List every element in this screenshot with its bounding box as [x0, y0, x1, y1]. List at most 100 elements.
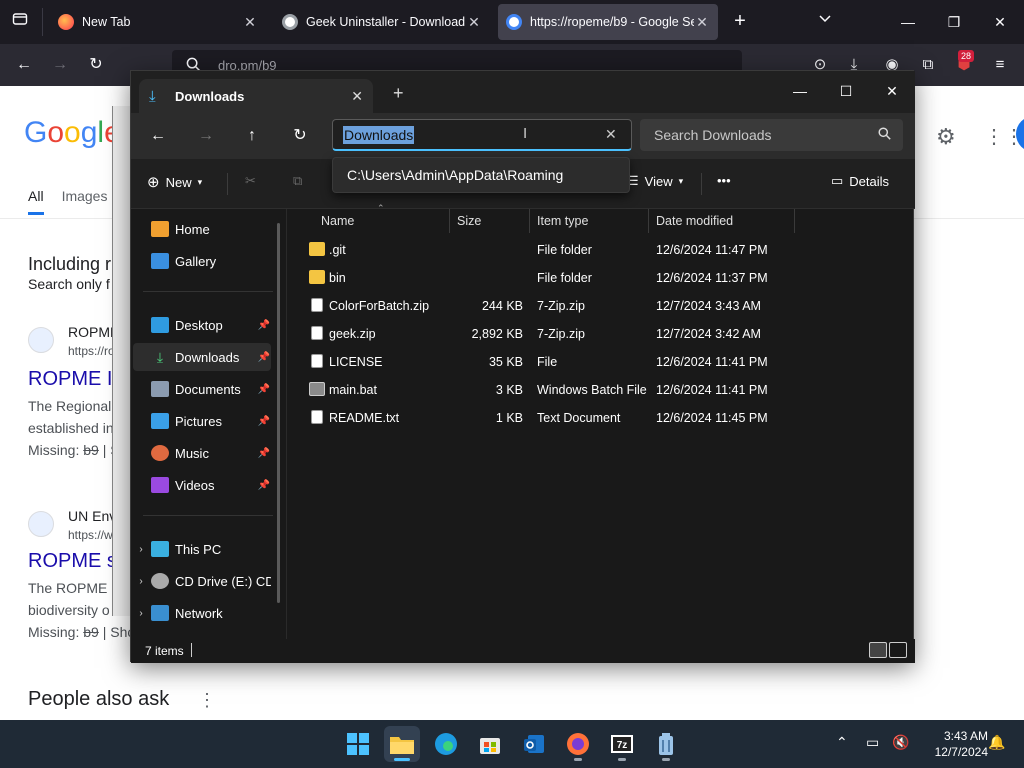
close-tab-icon[interactable]: ✕: [694, 14, 710, 31]
result-url[interactable]: https://w: [68, 528, 113, 542]
back-arrow-icon[interactable]: ←: [12, 53, 36, 77]
file-row[interactable]: .git File folder 12/6/2024 11:47 PM: [291, 236, 791, 264]
network-status-icon[interactable]: ▭: [866, 734, 879, 751]
tab-all[interactable]: All: [28, 188, 44, 215]
address-input[interactable]: Downloads I ✕: [332, 119, 632, 151]
new-button[interactable]: ⊕ New ▾: [147, 173, 202, 191]
clock-date: 12/7/2024: [934, 745, 988, 759]
result-title-link[interactable]: ROPME s: [28, 550, 117, 573]
close-window-icon[interactable]: ✕: [877, 77, 907, 105]
taskbar-uninstaller[interactable]: [648, 726, 684, 762]
column-divider[interactable]: [794, 209, 795, 233]
cut-icon[interactable]: ✂: [245, 173, 256, 189]
forward-arrow-icon[interactable]: →: [48, 53, 72, 77]
volume-muted-icon[interactable]: 🔇: [892, 734, 909, 751]
file-row[interactable]: README.txt 1 KB Text Document 12/6/2024 …: [291, 404, 791, 432]
pin-icon[interactable]: 📌: [257, 320, 271, 331]
pin-icon[interactable]: 📌: [257, 384, 271, 395]
nav-item-downloads[interactable]: ⤓ Downloads 📌: [133, 343, 271, 371]
taskbar-store[interactable]: [472, 726, 508, 762]
taskbar-edge[interactable]: [428, 726, 464, 762]
new-tab-plus-icon[interactable]: +: [728, 10, 752, 34]
view-button[interactable]: ☰ View ▾: [627, 173, 683, 189]
notification-bell-icon[interactable]: 🔔: [988, 734, 1005, 751]
address-suggestion-item[interactable]: C:\Users\Admin\AppData\Roaming: [347, 167, 563, 183]
minimize-icon[interactable]: —: [896, 10, 920, 34]
large-icons-view-icon[interactable]: [889, 642, 907, 658]
chevron-right-icon[interactable]: ›: [133, 608, 149, 619]
chevron-right-icon[interactable]: ›: [133, 544, 149, 555]
close-tab-icon[interactable]: ✕: [242, 14, 258, 31]
more-options-icon[interactable]: ⋮: [198, 690, 216, 711]
nav-item-pictures[interactable]: Pictures 📌: [133, 407, 271, 435]
result-site-name[interactable]: UN Env: [68, 508, 116, 524]
nav-item-videos[interactable]: Videos 📌: [133, 471, 271, 499]
show-hidden-icons-chevron-icon[interactable]: ⌃: [836, 734, 848, 751]
close-window-icon[interactable]: ✕: [988, 10, 1012, 34]
close-tab-icon[interactable]: ✕: [466, 14, 482, 31]
file-row[interactable]: ColorForBatch.zip 244 KB 7-Zip.zip 12/7/…: [291, 292, 791, 320]
nav-item-music[interactable]: Music 📌: [133, 439, 271, 467]
column-divider[interactable]: [529, 209, 530, 233]
forward-arrow-icon[interactable]: →: [193, 123, 219, 149]
reload-icon[interactable]: ↻: [84, 53, 108, 77]
pin-icon[interactable]: 📌: [257, 448, 271, 459]
back-arrow-icon[interactable]: ←: [145, 123, 171, 149]
file-row[interactable]: bin File folder 12/6/2024 11:37 PM: [291, 264, 791, 292]
copy-icon[interactable]: ⧉: [293, 173, 302, 189]
details-view-icon[interactable]: [869, 642, 887, 658]
scrollbar[interactable]: [277, 223, 280, 603]
refresh-icon[interactable]: ↻: [287, 123, 313, 149]
search-input[interactable]: Search Downloads: [640, 119, 903, 151]
pin-icon[interactable]: 📌: [257, 352, 271, 363]
minimize-icon[interactable]: —: [785, 77, 815, 105]
result-url[interactable]: https://ro: [68, 344, 115, 358]
clear-icon[interactable]: ✕: [605, 126, 617, 143]
nav-item-documents[interactable]: Documents 📌: [133, 375, 271, 403]
tab-overview-icon[interactable]: [8, 10, 32, 34]
browser-tab-google-search[interactable]: https://ropeme/b9 - Google Se ✕: [498, 4, 718, 40]
settings-gear-icon[interactable]: ⚙: [936, 124, 956, 150]
file-row[interactable]: LICENSE 35 KB File 12/6/2024 11:41 PM: [291, 348, 791, 376]
start-button[interactable]: [340, 726, 376, 762]
chevron-right-icon[interactable]: ›: [133, 576, 149, 587]
details-pane-button[interactable]: ▭ Details: [831, 173, 889, 189]
nav-item-network[interactable]: › Network: [133, 599, 271, 627]
file-row[interactable]: main.bat 3 KB Windows Batch File 12/6/20…: [291, 376, 791, 404]
taskbar-clock[interactable]: 3:43 AM 12/7/2024: [918, 728, 988, 760]
new-tab-plus-icon[interactable]: +: [393, 83, 404, 104]
taskbar-7zip[interactable]: 7z: [604, 726, 640, 762]
column-header-size[interactable]: Size: [457, 209, 481, 233]
nav-item-gallery[interactable]: Gallery: [133, 247, 271, 275]
pin-icon[interactable]: 📌: [257, 416, 271, 427]
taskbar-firefox[interactable]: [560, 726, 596, 762]
pin-icon[interactable]: 📌: [257, 480, 271, 491]
nav-item-desktop[interactable]: Desktop 📌: [133, 311, 271, 339]
menu-icon[interactable]: ≡: [988, 53, 1012, 77]
column-divider[interactable]: [648, 209, 649, 233]
file-row[interactable]: geek.zip 2,892 KB 7-Zip.zip 12/7/2024 3:…: [291, 320, 791, 348]
maximize-icon[interactable]: ☐: [831, 77, 861, 105]
result-title-link[interactable]: ROPME I: [28, 368, 112, 391]
tab-images[interactable]: Images: [62, 188, 108, 215]
column-header-date[interactable]: Date modified: [656, 209, 733, 233]
browser-tab-new-tab[interactable]: New Tab ✕: [50, 4, 266, 40]
browser-tab-geek-uninstaller[interactable]: Geek Uninstaller - Download ✕: [274, 4, 490, 40]
nav-item-this-pc[interactable]: › This PC: [133, 535, 271, 563]
close-tab-icon[interactable]: ✕: [351, 88, 363, 105]
up-arrow-icon[interactable]: ↑: [239, 123, 265, 149]
taskbar-outlook[interactable]: [516, 726, 552, 762]
search-only-link[interactable]: Search only f: [28, 276, 110, 292]
list-all-tabs-chevron-icon[interactable]: [814, 12, 836, 32]
column-header-name[interactable]: Name: [321, 209, 354, 233]
column-header-type[interactable]: Item type: [537, 209, 588, 233]
see-more-button[interactable]: •••: [717, 173, 731, 188]
google-logo[interactable]: Google: [24, 116, 121, 150]
nav-item-cd-drive[interactable]: › CD Drive (E:) CD: [133, 567, 271, 595]
column-divider[interactable]: [449, 209, 450, 233]
restore-icon[interactable]: ❐: [942, 10, 966, 34]
nav-item-home[interactable]: Home: [133, 215, 271, 243]
taskbar-file-explorer[interactable]: [384, 726, 420, 762]
extensions-icon[interactable]: ⧉: [916, 53, 940, 77]
explorer-tab-downloads[interactable]: ⤓ Downloads ✕: [139, 79, 373, 113]
